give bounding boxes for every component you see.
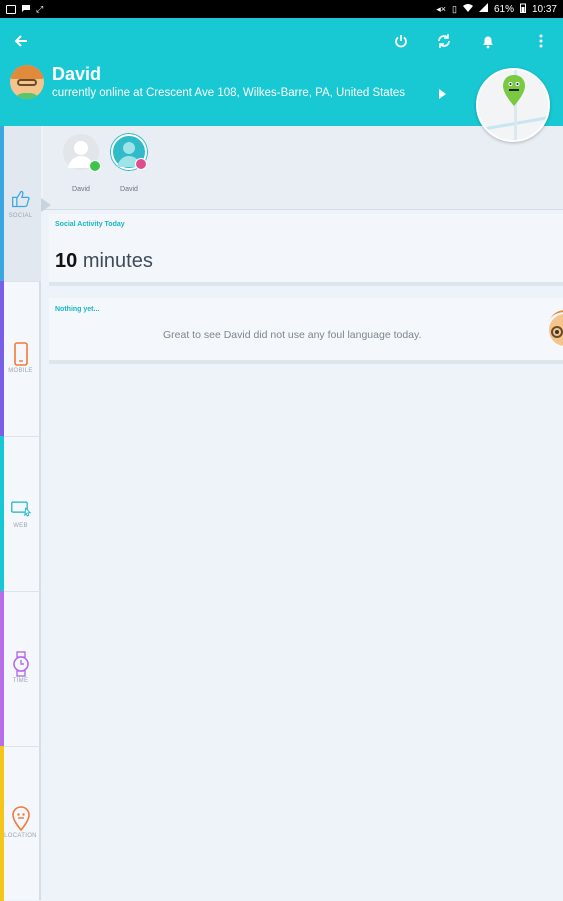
sidebar-item-social[interactable]: SOCIAL	[0, 126, 41, 281]
status-bar: ⤢ ◂× ▯ 61% 10:37	[0, 0, 563, 18]
duration-unit: minutes	[82, 250, 153, 272]
notification-icon	[21, 3, 31, 16]
vibrate-icon: ▯	[452, 3, 457, 14]
battery-percent: 61%	[493, 3, 514, 15]
location-pin-icon	[11, 805, 30, 831]
foul-language-message: Great to see David did not use any foul …	[163, 329, 422, 341]
account-name: David	[72, 186, 90, 193]
arrow-back-icon	[14, 35, 27, 47]
sidebar-item-label: LOCATION	[4, 832, 37, 839]
account-item-instagram[interactable]: David	[109, 134, 149, 193]
more-vert-icon	[539, 34, 543, 48]
monitor-cursor-icon	[10, 500, 31, 517]
section-title: Social Activity Today	[55, 221, 125, 228]
thumbs-up-icon	[11, 190, 30, 207]
sidebar-item-label: SOCIAL	[8, 212, 33, 219]
online-status: currently online at Crescent Ave 108, Wi…	[52, 87, 406, 99]
instagram-badge-icon	[135, 158, 147, 170]
section-title: Nothing yet...	[55, 306, 100, 313]
avatar	[63, 134, 101, 172]
gallery-icon	[6, 4, 16, 14]
child-profile[interactable]: David currently online at Crescent Ave 1…	[10, 64, 405, 99]
map-pin-icon	[503, 75, 525, 106]
notifications-button[interactable]	[475, 28, 501, 54]
clock: 10:37	[531, 3, 557, 15]
account-name: David	[120, 186, 138, 193]
expand-arrow-icon[interactable]	[439, 89, 446, 99]
bell-icon	[483, 36, 493, 48]
location-map-thumbnail[interactable]	[476, 68, 550, 142]
more-options-button[interactable]	[528, 28, 554, 54]
duration-value: 10	[55, 250, 78, 272]
wifi-icon	[462, 3, 473, 15]
battery-icon	[519, 3, 526, 16]
phone-badge-icon	[89, 160, 101, 172]
user-name: David	[52, 64, 102, 84]
signal-icon	[478, 3, 488, 15]
connected-accounts: David David	[43, 126, 563, 210]
power-icon	[395, 35, 407, 48]
sidebar-item-label: TIME	[12, 677, 29, 684]
phone-icon	[13, 341, 28, 366]
power-button[interactable]	[388, 28, 414, 54]
sidebar-item-label: MOBILE	[8, 367, 33, 374]
avatar	[10, 64, 44, 99]
activity-duration: 10 minutes	[55, 250, 153, 273]
mascot-illustration	[545, 306, 563, 356]
sidebar-item-mobile[interactable]: MOBILE	[0, 281, 41, 436]
account-item-phone[interactable]: David	[61, 134, 101, 193]
watch-icon	[12, 650, 29, 677]
sidebar-item-web[interactable]: WEB	[0, 436, 41, 591]
sidebar-item-time[interactable]: TIME	[0, 591, 41, 746]
sidebar-item-location[interactable]: LOCATION	[0, 746, 41, 901]
sync-button[interactable]	[431, 28, 457, 54]
sidebar-item-label: WEB	[13, 522, 28, 529]
mute-icon: ◂×	[436, 3, 446, 14]
avatar	[111, 134, 147, 170]
sync-icon	[438, 34, 450, 48]
back-button[interactable]	[8, 28, 34, 54]
tag-icon: ⤢	[36, 3, 44, 14]
category-sidebar: SOCIAL MOBILE WEB TIME LOCATION	[0, 126, 41, 901]
